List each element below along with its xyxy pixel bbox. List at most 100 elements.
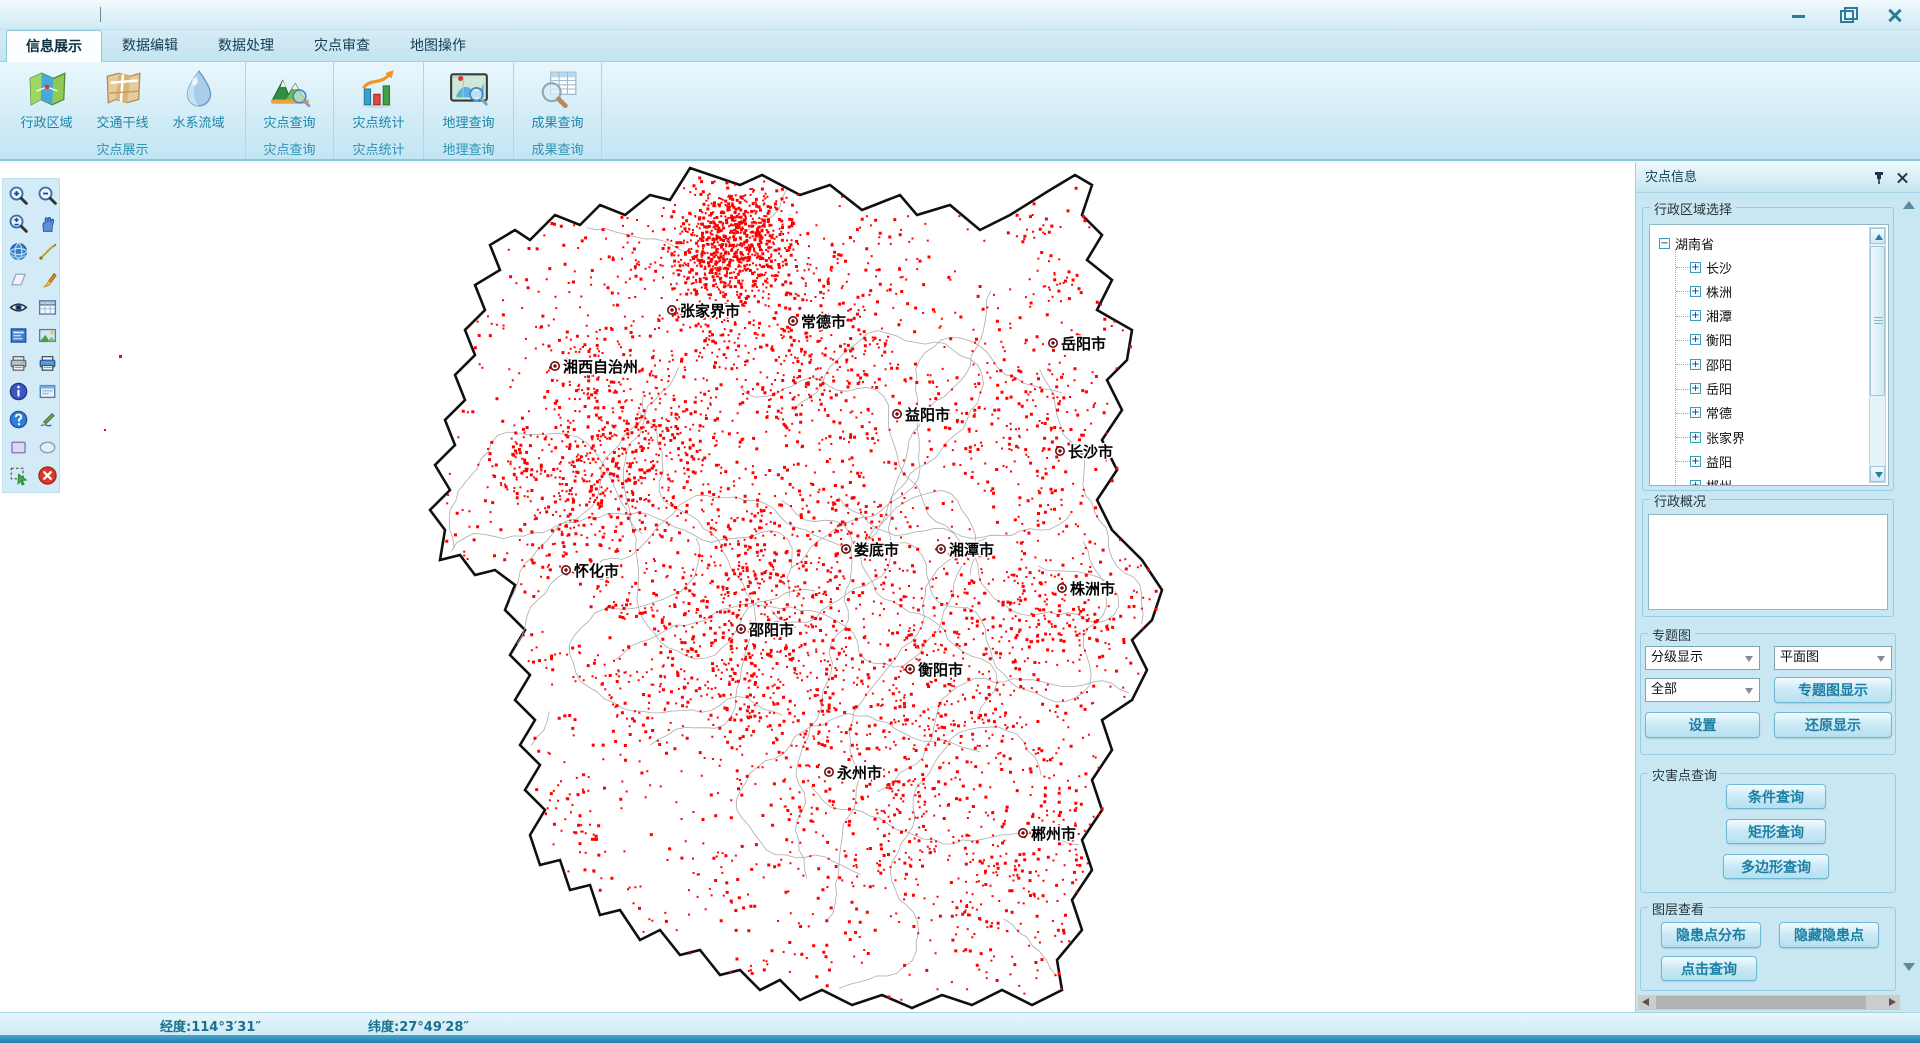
city-label: 张家界市 bbox=[680, 302, 740, 320]
brush-icon[interactable] bbox=[34, 267, 60, 292]
delete-icon[interactable] bbox=[34, 463, 60, 488]
water-drop-icon bbox=[178, 68, 220, 110]
tree-node-0[interactable]: + 长沙 bbox=[1690, 256, 1732, 278]
overview-label: 行政概况 bbox=[1650, 491, 1710, 510]
expand-icon[interactable]: + bbox=[1690, 480, 1701, 486]
water-drop-button[interactable]: 水系流域 bbox=[161, 68, 237, 138]
region-map-button[interactable]: 行政区域 bbox=[9, 68, 85, 138]
scroll-left-icon[interactable] bbox=[1642, 998, 1649, 1006]
expand-icon[interactable]: + bbox=[1690, 432, 1701, 443]
tab-1[interactable]: 数据编辑 bbox=[102, 30, 198, 62]
scroll-down-icon[interactable] bbox=[1870, 466, 1885, 482]
image-icon[interactable] bbox=[34, 323, 60, 348]
rectangle-query-button[interactable]: 矩形查询 bbox=[1726, 819, 1826, 844]
zoom-out-icon[interactable] bbox=[34, 183, 60, 208]
measure-icon[interactable] bbox=[34, 239, 60, 264]
polygon-query-button[interactable]: 多边形查询 bbox=[1723, 854, 1829, 879]
traffic-map-button[interactable]: 交通干线 bbox=[85, 68, 161, 138]
minimize-button[interactable] bbox=[1788, 6, 1810, 24]
tree-node-5[interactable]: +岳阳 bbox=[1690, 378, 1732, 400]
grid-icon[interactable] bbox=[34, 295, 60, 320]
tree-connector bbox=[1675, 249, 1676, 486]
panel-icon[interactable] bbox=[34, 379, 60, 404]
tree-node-label: 衡阳 bbox=[1706, 330, 1732, 349]
pan-icon[interactable] bbox=[34, 211, 60, 236]
printer-icon[interactable] bbox=[5, 351, 31, 376]
ribbon-group-成果查询: 成果查询成果查询 bbox=[514, 62, 602, 159]
thematic-show-button[interactable]: 专题图显示 bbox=[1774, 677, 1892, 703]
hazard-distribution-button[interactable]: 隐患点分布 bbox=[1661, 922, 1761, 948]
tree-node-4[interactable]: +邵阳 bbox=[1690, 353, 1732, 375]
restore-display-button[interactable]: 还原显示 bbox=[1774, 712, 1892, 738]
disaster-query-button[interactable]: 灾点查询 bbox=[252, 68, 328, 138]
overview-textbox[interactable] bbox=[1648, 514, 1888, 610]
tree-node-2[interactable]: +湘潭 bbox=[1690, 305, 1732, 327]
results-query-button[interactable]: 成果查询 bbox=[520, 68, 596, 138]
hide-hazard-button[interactable]: 隐藏隐患点 bbox=[1779, 922, 1879, 948]
tree-node-9[interactable]: +郴州 bbox=[1690, 475, 1732, 486]
tab-2[interactable]: 数据处理 bbox=[198, 30, 294, 62]
rect-select-icon[interactable] bbox=[5, 435, 31, 460]
scroll-down-icon[interactable] bbox=[1903, 963, 1915, 971]
close-button[interactable] bbox=[1884, 6, 1906, 24]
tree-node-7[interactable]: +张家界 bbox=[1690, 426, 1745, 448]
ellipse-select-icon[interactable] bbox=[34, 435, 60, 460]
scroll-up-icon[interactable] bbox=[1903, 201, 1915, 209]
tree-scrollbar[interactable] bbox=[1869, 227, 1886, 483]
collapse-icon[interactable]: − bbox=[1659, 238, 1670, 249]
shape-icon[interactable] bbox=[5, 267, 31, 292]
tree-scroll-thumb[interactable] bbox=[1870, 246, 1885, 396]
city-label: 永州市 bbox=[836, 764, 882, 782]
map-area[interactable]: 张家界市常德市岳阳市湘西自治州益阳市长沙市娄底市湘潭市怀化市株洲市邵阳市衡阳市永… bbox=[0, 163, 1920, 1012]
scroll-up-icon[interactable] bbox=[1870, 228, 1885, 244]
pin-icon[interactable] bbox=[1871, 170, 1887, 186]
tree-node-1[interactable]: +株洲 bbox=[1690, 280, 1732, 302]
disaster-stats-button[interactable]: 灾点统计 bbox=[341, 68, 417, 138]
thematic-groupbox: 专题图 分级显示 平面图 全部 专题图显示 设置 还原显示 bbox=[1640, 633, 1896, 755]
zoom-in-icon[interactable] bbox=[5, 183, 31, 208]
region-select-label: 行政区域选择 bbox=[1650, 199, 1736, 218]
eye-icon[interactable] bbox=[5, 295, 31, 320]
panel-horizontal-scrollbar[interactable] bbox=[1638, 995, 1900, 1010]
expand-icon[interactable]: + bbox=[1690, 359, 1701, 370]
tree-node-root[interactable]: −湖南省 bbox=[1659, 232, 1714, 254]
expand-icon[interactable]: + bbox=[1690, 334, 1701, 345]
expand-icon[interactable]: + bbox=[1690, 286, 1701, 297]
click-query-button[interactable]: 点击查询 bbox=[1661, 956, 1757, 981]
expand-icon[interactable]: + bbox=[1690, 310, 1701, 321]
help-icon[interactable] bbox=[5, 407, 31, 432]
sketch-icon[interactable] bbox=[34, 407, 60, 432]
panel-vertical-scrollbar[interactable] bbox=[1900, 197, 1918, 993]
globe-icon[interactable] bbox=[5, 239, 31, 264]
printer-color-icon[interactable] bbox=[34, 351, 60, 376]
expand-icon[interactable]: + bbox=[1690, 262, 1701, 273]
condition-query-button[interactable]: 条件查询 bbox=[1726, 784, 1826, 809]
form-icon[interactable] bbox=[5, 323, 31, 348]
expand-icon[interactable]: + bbox=[1690, 383, 1701, 394]
tree-node-label: 长沙 bbox=[1706, 258, 1732, 277]
expand-icon[interactable]: + bbox=[1690, 407, 1701, 418]
expand-icon[interactable]: + bbox=[1690, 456, 1701, 467]
geo-query-button[interactable]: 地理查询 bbox=[431, 68, 507, 138]
ribbon-group-caption: 成果查询 bbox=[514, 139, 601, 159]
tree-node-8[interactable]: +益阳 bbox=[1690, 450, 1732, 472]
bottom-strip bbox=[0, 1035, 1920, 1043]
hunan-map[interactable]: 张家界市常德市岳阳市湘西自治州益阳市长沙市娄底市湘潭市怀化市株洲市邵阳市衡阳市永… bbox=[0, 163, 1635, 1012]
scroll-right-icon[interactable] bbox=[1889, 998, 1896, 1006]
panel-close-icon[interactable] bbox=[1895, 170, 1911, 186]
thematic-mode-select[interactable]: 分级显示 bbox=[1645, 646, 1760, 670]
city-marker-dot bbox=[739, 627, 742, 630]
thematic-type-select[interactable]: 平面图 bbox=[1774, 646, 1892, 670]
marquee-select-icon[interactable] bbox=[5, 463, 31, 488]
tab-4[interactable]: 地图操作 bbox=[390, 30, 486, 62]
tab-3[interactable]: 灾点审查 bbox=[294, 30, 390, 62]
hscroll-thumb[interactable] bbox=[1656, 996, 1866, 1009]
info-icon[interactable] bbox=[5, 379, 31, 404]
restore-button[interactable] bbox=[1836, 6, 1858, 24]
tree-node-3[interactable]: + 衡阳 bbox=[1690, 329, 1732, 351]
tree-node-6[interactable]: +常德 bbox=[1690, 402, 1732, 424]
tab-0[interactable]: 信息展示 bbox=[6, 30, 102, 62]
thematic-scope-select[interactable]: 全部 bbox=[1645, 678, 1760, 702]
zoom-extent-icon[interactable] bbox=[5, 211, 31, 236]
settings-button[interactable]: 设置 bbox=[1645, 712, 1760, 738]
